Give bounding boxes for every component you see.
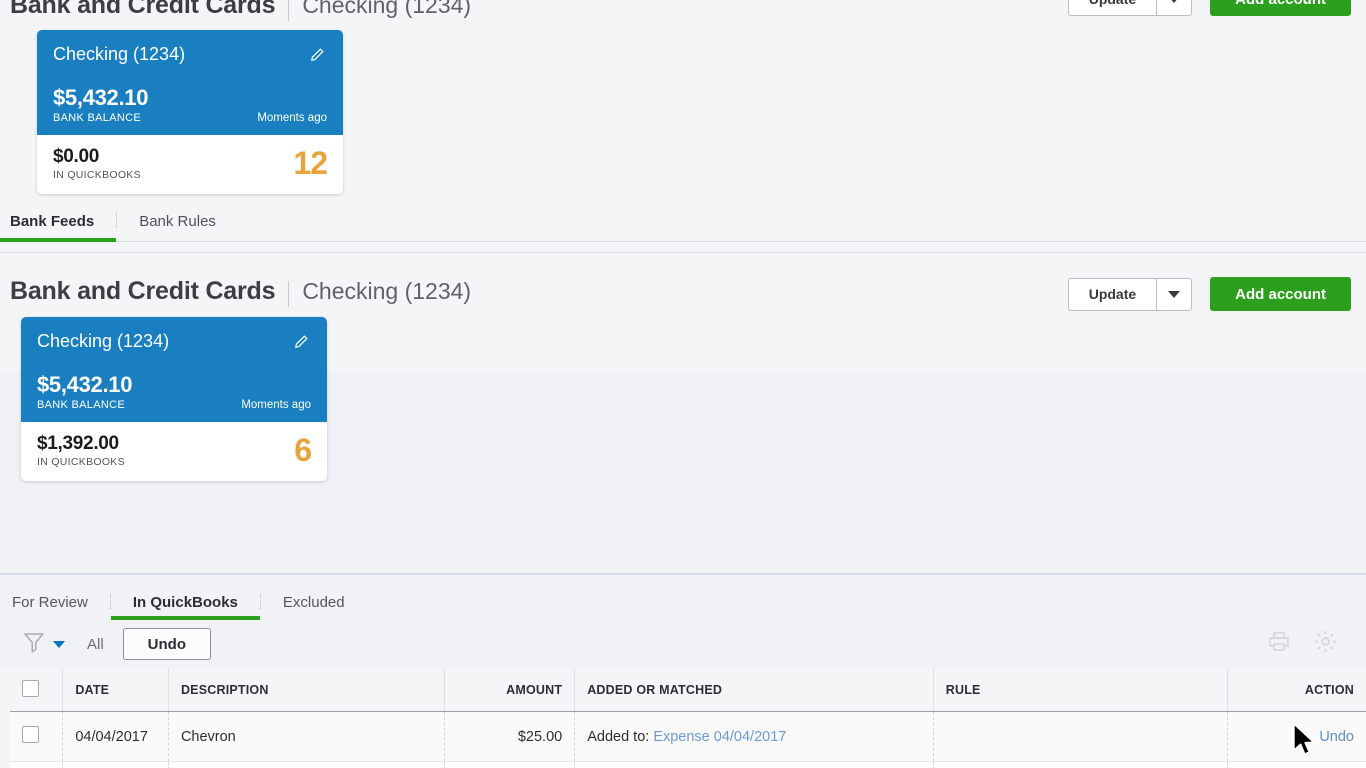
cell-added-or-matched: [574, 761, 934, 768]
column-header-action[interactable]: ACTION: [1227, 668, 1366, 712]
account-card-bottom-top: $0.00 IN QUICKBOOKS 12: [37, 135, 343, 194]
page-subtitle-top: Checking (1234): [302, 0, 472, 18]
cell-amount: $25.00: [444, 711, 576, 762]
update-button-top[interactable]: Update: [1067, 0, 1157, 16]
cell-amount: [444, 761, 576, 768]
cell-action: [1227, 761, 1366, 768]
edit-pencil-icon[interactable]: [307, 45, 327, 65]
chevron-down-icon: [1168, 290, 1181, 298]
title-separator-top: [288, 0, 290, 21]
transactions-table: DATE DESCRIPTION AMOUNT ADDED OR MATCHED…: [10, 668, 1366, 768]
quickbooks-label: IN QUICKBOOKS: [37, 456, 125, 468]
page-subtitle: Checking (1234): [302, 278, 472, 304]
tab-bank-rules[interactable]: Bank Rules: [117, 213, 238, 241]
quickbooks-count: 6: [294, 432, 312, 468]
title-separator: [288, 281, 290, 307]
update-dropdown-button-top[interactable]: [1156, 0, 1193, 16]
cell-rule: [933, 761, 1229, 768]
toolbar-right-icons: [1267, 629, 1338, 659]
add-account-button-top[interactable]: Add account: [1210, 0, 1351, 16]
added-transaction-link[interactable]: Expense 04/04/2017: [653, 729, 786, 745]
row-select-cell: [10, 761, 64, 768]
cell-date: [62, 761, 169, 768]
filter-all-label[interactable]: All: [87, 636, 104, 653]
tab-bank-rules-label: Bank Rules: [139, 213, 216, 230]
page-header-top: Bank and Credit Cards Checking (1234) Up…: [0, 0, 1366, 25]
added-prefix-text: Added to:: [587, 728, 654, 745]
subtab-in-quickbooks[interactable]: In QuickBooks: [110, 594, 260, 620]
subtab-excluded-label: Excluded: [282, 594, 345, 611]
update-dropdown-button[interactable]: [1156, 277, 1193, 311]
last-updated-top: Moments ago: [257, 112, 327, 124]
cell-rule: [933, 711, 1229, 762]
page-title: Bank and Credit Cards: [10, 277, 276, 305]
breadcrumb-top: Bank and Credit Cards Checking (1234): [0, 0, 471, 25]
quickbooks-amount-top: $0.00: [53, 146, 100, 167]
subtab-excluded[interactable]: Excluded: [261, 594, 367, 620]
column-header-rule[interactable]: RULE: [933, 668, 1229, 712]
header-actions: Update Add account: [1067, 277, 1351, 311]
table-row[interactable]: [10, 761, 1366, 768]
bank-balance: $5,432.10: [37, 372, 133, 397]
tab-bank-feeds[interactable]: Bank Feeds: [0, 213, 117, 242]
table-toolbar: All Undo: [0, 620, 1366, 668]
page-header-main: Bank and Credit Cards Checking (1234) Up…: [0, 277, 1366, 311]
add-account-button[interactable]: Add account: [1210, 277, 1351, 311]
last-updated: Moments ago: [241, 399, 311, 411]
filter-chevron-down-icon: [53, 640, 65, 648]
row-checkbox[interactable]: [22, 726, 39, 743]
quickbooks-banking-screen: Bank and Credit Cards Checking (1234) Up…: [0, 0, 1366, 768]
breadcrumb: Bank and Credit Cards Checking (1234): [0, 277, 471, 311]
account-card-bottom: $1,392.00 IN QUICKBOOKS 6: [21, 422, 327, 481]
row-undo-link[interactable]: Undo: [1319, 729, 1354, 745]
select-all-checkbox[interactable]: [22, 680, 39, 697]
subtab-in-quickbooks-label: In QuickBooks: [132, 594, 238, 611]
row-select-cell: [10, 711, 64, 762]
update-button[interactable]: Update: [1067, 277, 1157, 311]
column-header-description[interactable]: DESCRIPTION: [168, 668, 446, 712]
account-card-name-top: Checking (1234): [53, 44, 186, 64]
chevron-down-icon: [1168, 0, 1181, 3]
quickbooks-amount: $1,392.00: [37, 433, 119, 454]
account-card-blue: Checking (1234) $5,432.10 BANK BALANCE M…: [21, 317, 327, 422]
tab-bank-feeds-label: Bank Feeds: [10, 213, 95, 230]
subtab-for-review-label: For Review: [12, 594, 88, 611]
undo-button[interactable]: Undo: [122, 628, 211, 660]
quickbooks-count-top: 12: [293, 145, 328, 181]
column-header-date[interactable]: DATE: [62, 668, 169, 712]
cell-description: [168, 761, 446, 768]
table-header-row: DATE DESCRIPTION AMOUNT ADDED OR MATCHED…: [10, 668, 1366, 712]
page-title-top: Bank and Credit Cards: [10, 0, 276, 19]
bank-balance-label: BANK BALANCE: [37, 399, 125, 411]
header-actions-top: Update Add account: [1067, 0, 1351, 16]
account-card-top-blue: Checking (1234) $5,432.10 BANK BALANCE M…: [37, 30, 343, 135]
bank-balance-label-top: BANK BALANCE: [53, 112, 141, 124]
funnel-icon: [22, 631, 46, 658]
account-card-top[interactable]: Checking (1234) $5,432.10 BANK BALANCE M…: [37, 30, 343, 194]
tab-inactive-underline: [117, 238, 238, 242]
account-card[interactable]: Checking (1234) $5,432.10 BANK BALANCE M…: [21, 317, 327, 481]
edit-pencil-icon[interactable]: [291, 332, 311, 352]
cell-added-or-matched: Added to: Expense 04/04/2017: [574, 711, 934, 762]
select-all-header: [10, 668, 64, 712]
column-header-amount[interactable]: AMOUNT: [444, 668, 576, 712]
cell-description: Chevron: [168, 711, 446, 762]
column-header-added-or-matched[interactable]: ADDED OR MATCHED: [574, 668, 934, 712]
sub-tab-strip: For Review In QuickBooks Excluded: [0, 576, 1366, 620]
table-row[interactable]: 04/04/2017 Chevron $25.00 Added to: Expe…: [10, 711, 1366, 762]
bank-balance-top: $5,432.10: [53, 85, 149, 110]
cell-action: Undo: [1227, 711, 1366, 762]
account-card-name: Checking (1234): [37, 331, 170, 351]
filter-control[interactable]: [22, 631, 65, 658]
primary-tab-strip: Bank Feeds Bank Rules: [0, 213, 1366, 242]
tab-active-underline: [0, 238, 117, 242]
cell-date: 04/04/2017: [62, 711, 169, 762]
quickbooks-label-top: IN QUICKBOOKS: [53, 169, 141, 181]
subtab-for-review[interactable]: For Review: [0, 594, 110, 620]
gear-icon[interactable]: [1313, 629, 1338, 659]
printer-icon[interactable]: [1267, 630, 1291, 659]
